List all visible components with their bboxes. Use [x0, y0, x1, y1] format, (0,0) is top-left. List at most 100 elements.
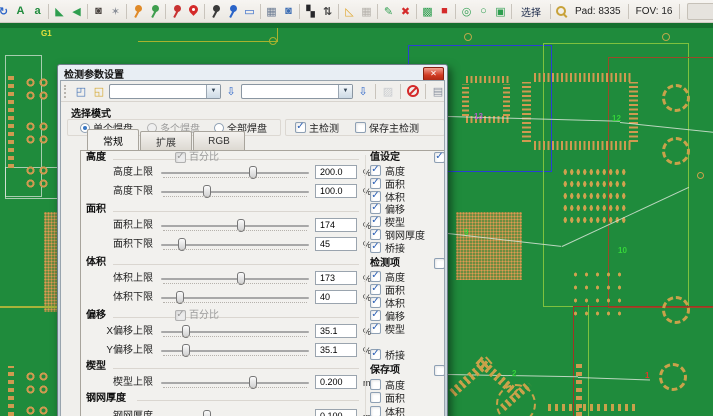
param-slider[interactable] — [161, 278, 309, 280]
slider-thumb[interactable] — [249, 376, 257, 389]
dialog-title: 检测参数设置 — [64, 66, 124, 81]
pin-green-icon[interactable] — [146, 3, 163, 20]
checkbox-item[interactable]: 楔型 — [370, 215, 405, 227]
marker-red-icon[interactable] — [185, 3, 202, 20]
close-button[interactable]: ✕ — [423, 67, 444, 81]
param-slider[interactable] — [161, 350, 309, 352]
tab-general[interactable]: 常规 — [87, 129, 139, 150]
save-main-detect-checkbox[interactable]: 保存主检测 — [355, 120, 419, 135]
param-label: 钢网厚度 — [87, 411, 153, 416]
pin-black-icon[interactable] — [207, 3, 224, 20]
label-a-icon[interactable]: A — [12, 3, 29, 20]
magnifier-icon[interactable] — [553, 3, 570, 20]
table-icon[interactable]: ▦ — [263, 3, 280, 20]
chevron-down-icon[interactable]: ▼ — [338, 85, 352, 98]
pcb-pad-row — [548, 404, 636, 411]
checkbox-item[interactable]: 高度 — [370, 378, 405, 390]
sort-az-icon[interactable]: ⇅ — [319, 3, 336, 20]
ruler-icon[interactable]: ◺ — [341, 3, 358, 20]
checkbox-item[interactable]: 体积 — [370, 405, 405, 416]
checkbox-item[interactable]: 体积 — [370, 296, 405, 308]
slider-thumb[interactable] — [237, 219, 245, 232]
checkbox-item[interactable]: 面积 — [370, 391, 405, 403]
slider-thumb[interactable] — [249, 166, 257, 179]
toolbar-separator — [260, 4, 261, 19]
checkbox-item[interactable]: 偏移 — [370, 202, 405, 214]
section-title: 面积 — [86, 205, 106, 215]
param-slider[interactable] — [161, 172, 309, 174]
pin-orange-icon[interactable] — [129, 3, 146, 20]
label-a-small-icon[interactable]: a — [29, 3, 46, 20]
slider-thumb[interactable] — [203, 185, 211, 198]
camera-icon[interactable]: ◙ — [280, 3, 297, 20]
slider-thumb[interactable] — [182, 325, 190, 338]
tab-rgb[interactable]: RGB — [193, 131, 245, 150]
param-value-input[interactable] — [315, 165, 357, 179]
checkbox-item[interactable]: 桥接 — [370, 241, 405, 253]
circle-icon[interactable]: ○ — [475, 3, 492, 20]
param-slider[interactable] — [161, 297, 309, 299]
pin-blue-icon[interactable] — [224, 3, 241, 20]
param-slider[interactable] — [161, 225, 309, 227]
slider-thumb[interactable] — [237, 272, 245, 285]
checkbox-item[interactable]: 桥接 — [370, 348, 405, 360]
dialog-titlebar[interactable]: 检测参数设置 ✕ — [60, 67, 445, 80]
import-icon-1[interactable]: ⇩ — [223, 83, 239, 99]
grid-icon[interactable]: ▦ — [358, 3, 375, 20]
tools-icon[interactable]: ✶ — [107, 3, 124, 20]
select-button[interactable]: 选择 — [514, 4, 548, 19]
blocks-icon[interactable]: ▚ — [302, 3, 319, 20]
capture-icon[interactable]: ◙ — [90, 3, 107, 20]
slider-thumb[interactable] — [203, 410, 211, 416]
chevron-down-icon[interactable]: ▼ — [206, 85, 220, 98]
param-slider[interactable] — [161, 382, 309, 384]
param-value-input[interactable] — [315, 343, 357, 357]
param-value-input[interactable] — [315, 324, 357, 338]
checkbox-item[interactable]: 钢网厚度 — [370, 228, 425, 240]
measure-triangle-icon[interactable]: ◣ — [51, 3, 68, 20]
param-set-combo-2[interactable]: ▼ — [241, 84, 353, 99]
param-set-combo-1[interactable]: ▼ — [109, 84, 221, 99]
param-value-input[interactable] — [315, 271, 357, 285]
group-select-all-checkbox[interactable] — [434, 365, 445, 376]
cone-icon[interactable]: ◀ — [68, 3, 85, 20]
checkbox-item[interactable]: 楔型 — [370, 322, 405, 334]
square-dot-icon[interactable]: ▣ — [492, 3, 509, 20]
delete-icon[interactable]: ✖ — [397, 3, 414, 20]
param-slider[interactable] — [161, 244, 309, 246]
toolbar-separator — [455, 4, 456, 19]
param-value-input[interactable] — [315, 409, 357, 416]
checkbox-item[interactable]: 面积 — [370, 177, 405, 189]
main-detect-checkbox[interactable]: 主检测 — [295, 120, 339, 135]
group-select-all-checkbox[interactable] — [434, 258, 445, 269]
redo-icon[interactable]: ↻ — [0, 3, 12, 20]
toolbar-grip[interactable] — [64, 85, 68, 98]
param-slider[interactable] — [161, 331, 309, 333]
param-value-input[interactable] — [315, 184, 357, 198]
group-select-all-checkbox[interactable] — [434, 152, 445, 163]
chart-edit-icon[interactable]: ✎ — [380, 3, 397, 20]
tab-extended[interactable]: 扩展 — [140, 131, 192, 150]
slider-thumb[interactable] — [178, 238, 186, 251]
checkbox-item[interactable]: 偏移 — [370, 309, 405, 321]
pin-red-icon[interactable] — [168, 3, 185, 20]
param-slider[interactable] — [161, 191, 309, 193]
cancel-icon[interactable] — [405, 83, 421, 99]
target-icon[interactable]: ◎ — [458, 3, 475, 20]
open-file-icon[interactable]: ◰ — [73, 83, 89, 99]
save-icon[interactable]: ▤ — [430, 83, 445, 99]
slider-thumb[interactable] — [182, 344, 190, 357]
tiles-icon[interactable]: ▩ — [419, 3, 436, 20]
checkbox-item[interactable]: 面积 — [370, 283, 405, 295]
param-value-input[interactable] — [315, 237, 357, 251]
stop-icon[interactable]: ■ — [436, 3, 453, 20]
save-file-icon[interactable]: ◱ — [91, 83, 107, 99]
checkbox-item[interactable]: 高度 — [370, 164, 405, 176]
checkbox-item[interactable]: 高度 — [370, 270, 405, 282]
slider-thumb[interactable] — [176, 291, 184, 304]
param-value-input[interactable] — [315, 375, 357, 389]
param-value-input[interactable] — [315, 218, 357, 232]
import-icon-2[interactable]: ⇩ — [355, 83, 371, 99]
param-value-input[interactable] — [315, 290, 357, 304]
select-rect-icon[interactable]: ▭ — [241, 3, 258, 20]
